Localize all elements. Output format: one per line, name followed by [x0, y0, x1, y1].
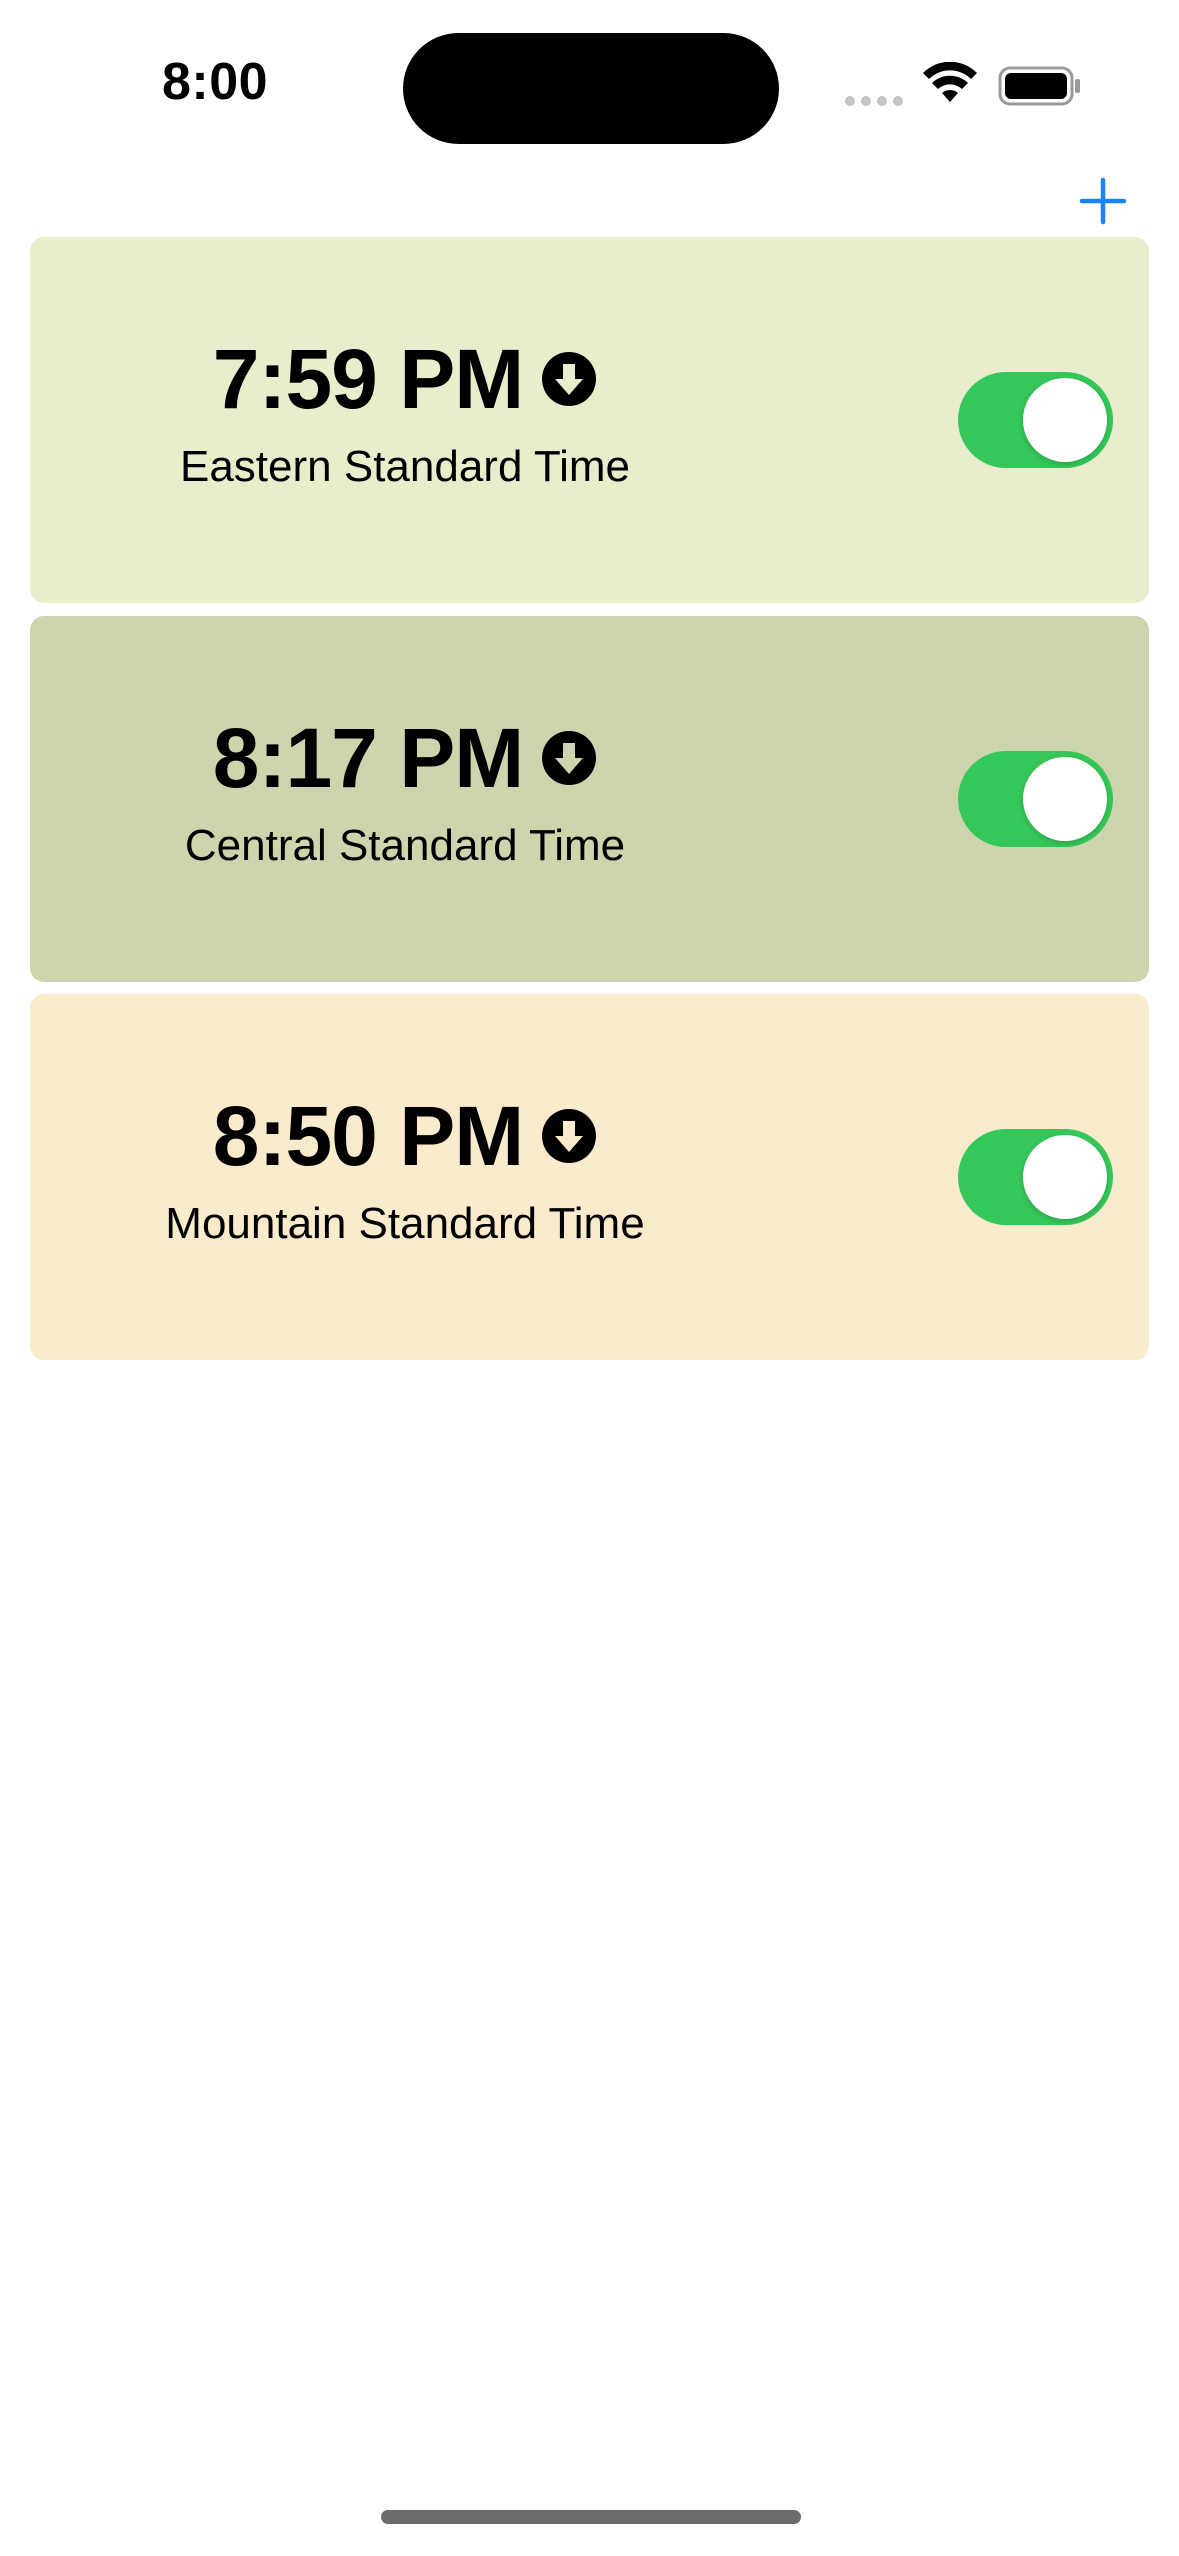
clock-card-mountain[interactable]: 8:50 PM Mountain Standard Time [30, 994, 1149, 1360]
clock-toggle[interactable] [958, 751, 1113, 847]
app-screen: 8:00 7:59 PM Eastern Standard Time 8:17 … [0, 0, 1179, 2556]
clock-time: 8:50 PM [212, 1089, 524, 1183]
toggle-knob [1023, 1135, 1107, 1219]
clock-info: 8:17 PM Central Standard Time [70, 616, 740, 982]
clock-toggle[interactable] [958, 372, 1113, 468]
clock-card-eastern[interactable]: 7:59 PM Eastern Standard Time [30, 237, 1149, 603]
clock-zone: Central Standard Time [184, 821, 626, 870]
toggle-knob [1023, 757, 1107, 841]
clock-toggle[interactable] [958, 1129, 1113, 1225]
home-indicator[interactable] [381, 2510, 801, 2524]
status-bar-time: 8:00 [161, 53, 269, 111]
battery-icon [998, 66, 1080, 106]
time-row: 8:17 PM [70, 716, 740, 800]
clock-time: 7:59 PM [212, 332, 524, 426]
cellular-signal-icon [845, 96, 903, 106]
dynamic-island [403, 33, 779, 144]
clock-info: 7:59 PM Eastern Standard Time [70, 237, 740, 603]
clock-zone: Eastern Standard Time [179, 442, 630, 491]
plus-icon [1079, 177, 1127, 225]
clock-info: 8:50 PM Mountain Standard Time [70, 994, 740, 1360]
wifi-icon [923, 62, 977, 102]
arrow-down-circle-icon [542, 731, 597, 785]
time-row: 7:59 PM [70, 337, 740, 421]
clock-time: 8:17 PM [212, 711, 524, 805]
clock-zone: Mountain Standard Time [165, 1199, 645, 1248]
time-row: 8:50 PM [70, 1094, 740, 1178]
toggle-knob [1023, 378, 1107, 462]
clock-card-central[interactable]: 8:17 PM Central Standard Time [30, 616, 1149, 982]
arrow-down-circle-icon [542, 352, 597, 406]
add-clock-button[interactable] [1078, 176, 1128, 226]
arrow-down-circle-icon [542, 1109, 597, 1163]
